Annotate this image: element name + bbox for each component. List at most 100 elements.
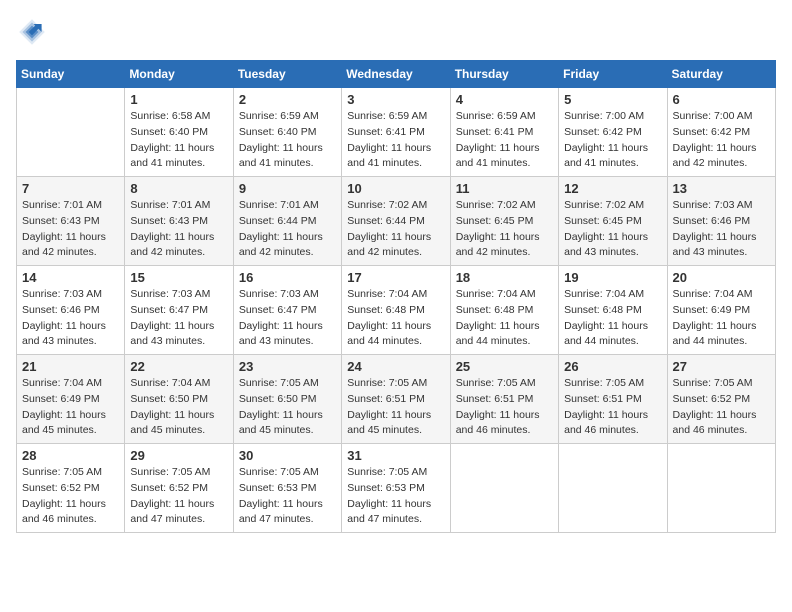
day-info: Sunrise: 7:05 AMSunset: 6:53 PMDaylight:… <box>239 465 336 528</box>
day-info: Sunrise: 7:05 AMSunset: 6:52 PMDaylight:… <box>22 465 119 528</box>
calendar-cell: 31Sunrise: 7:05 AMSunset: 6:53 PMDayligh… <box>342 444 450 533</box>
day-number: 25 <box>456 359 553 374</box>
day-number: 9 <box>239 181 336 196</box>
day-info: Sunrise: 7:02 AMSunset: 6:45 PMDaylight:… <box>456 198 553 261</box>
calendar-cell: 27 Sunrise: 7:05 AMSunset: 6:52 PMDayligh… <box>667 355 775 444</box>
day-number: 7 <box>22 181 119 196</box>
day-number: 20 <box>673 270 770 285</box>
day-number: 10 <box>347 181 444 196</box>
calendar-cell: 26 Sunrise: 7:05 AMSunset: 6:51 PMDayligh… <box>559 355 667 444</box>
day-info: Sunrise: 7:00 AMSunset: 6:42 PMDaylight:… <box>564 109 661 172</box>
day-number: 23 <box>239 359 336 374</box>
day-number: 16 <box>239 270 336 285</box>
day-info: Sunrise: 7:04 AMSunset: 6:48 PMDaylight:… <box>347 287 444 350</box>
day-info: Sunrise: 7:04 AMSunset: 6:48 PMDaylight:… <box>564 287 661 350</box>
calendar-week-row: 7 Sunrise: 7:01 AMSunset: 6:43 PMDaylight… <box>17 177 776 266</box>
day-number: 15 <box>130 270 227 285</box>
day-info: Sunrise: 7:01 AMSunset: 6:43 PMDaylight:… <box>22 198 119 261</box>
calendar-cell: 29 Sunrise: 7:05 AMSunset: 6:52 PMDayligh… <box>125 444 233 533</box>
day-number: 24 <box>347 359 444 374</box>
day-info: Sunrise: 6:59 AMSunset: 6:41 PMDaylight:… <box>456 109 553 172</box>
calendar-cell: 22Sunrise: 7:04 AMSunset: 6:50 PMDayligh… <box>125 355 233 444</box>
calendar-table: SundayMondayTuesdayWednesdayThursdayFrid… <box>16 60 776 533</box>
day-of-week-header: Monday <box>125 61 233 88</box>
day-number: 26 <box>564 359 661 374</box>
day-info: Sunrise: 7:02 AMSunset: 6:45 PMDaylight:… <box>564 198 661 261</box>
day-number: 11 <box>456 181 553 196</box>
day-number: 29 <box>130 448 227 463</box>
day-info: Sunrise: 7:03 AMSunset: 6:47 PMDaylight:… <box>239 287 336 350</box>
logo <box>16 16 52 48</box>
day-number: 18 <box>456 270 553 285</box>
day-info: Sunrise: 7:05 AMSunset: 6:52 PMDaylight:… <box>130 465 227 528</box>
day-number: 3 <box>347 92 444 107</box>
calendar-cell: 2 Sunrise: 6:59 AMSunset: 6:40 PMDaylight… <box>233 88 341 177</box>
day-number: 28 <box>22 448 119 463</box>
day-info: Sunrise: 7:02 AMSunset: 6:44 PMDaylight:… <box>347 198 444 261</box>
day-info: Sunrise: 7:01 AMSunset: 6:43 PMDaylight:… <box>130 198 227 261</box>
calendar-cell: 23 Sunrise: 7:05 AMSunset: 6:50 PMDayligh… <box>233 355 341 444</box>
day-of-week-header: Wednesday <box>342 61 450 88</box>
day-info: Sunrise: 7:05 AMSunset: 6:51 PMDaylight:… <box>456 376 553 439</box>
calendar-cell: 9 Sunrise: 7:01 AMSunset: 6:44 PMDaylight… <box>233 177 341 266</box>
calendar-cell: 5 Sunrise: 7:00 AMSunset: 6:42 PMDaylight… <box>559 88 667 177</box>
calendar-cell: 14Sunrise: 7:03 AMSunset: 6:46 PMDayligh… <box>17 266 125 355</box>
calendar-cell <box>450 444 558 533</box>
day-number: 4 <box>456 92 553 107</box>
day-number: 13 <box>673 181 770 196</box>
calendar-cell: 28 Sunrise: 7:05 AMSunset: 6:52 PMDayligh… <box>17 444 125 533</box>
calendar-cell: 10 Sunrise: 7:02 AMSunset: 6:44 PMDayligh… <box>342 177 450 266</box>
calendar-cell <box>17 88 125 177</box>
day-of-week-header: Thursday <box>450 61 558 88</box>
day-number: 1 <box>130 92 227 107</box>
calendar-cell: 12 Sunrise: 7:02 AMSunset: 6:45 PMDayligh… <box>559 177 667 266</box>
calendar-cell: 24 Sunrise: 7:05 AMSunset: 6:51 PMDayligh… <box>342 355 450 444</box>
day-info: Sunrise: 7:03 AMSunset: 6:46 PMDaylight:… <box>673 198 770 261</box>
day-info: Sunrise: 7:03 AMSunset: 6:47 PMDaylight:… <box>130 287 227 350</box>
day-of-week-header: Friday <box>559 61 667 88</box>
calendar-cell: 18Sunrise: 7:04 AMSunset: 6:48 PMDayligh… <box>450 266 558 355</box>
calendar-cell: 3Sunrise: 6:59 AMSunset: 6:41 PMDaylight… <box>342 88 450 177</box>
day-number: 14 <box>22 270 119 285</box>
calendar-cell: 7 Sunrise: 7:01 AMSunset: 6:43 PMDaylight… <box>17 177 125 266</box>
calendar-cell: 21 Sunrise: 7:04 AMSunset: 6:49 PMDayligh… <box>17 355 125 444</box>
day-of-week-header: Saturday <box>667 61 775 88</box>
calendar-cell: 15 Sunrise: 7:03 AMSunset: 6:47 PMDayligh… <box>125 266 233 355</box>
day-info: Sunrise: 7:04 AMSunset: 6:49 PMDaylight:… <box>22 376 119 439</box>
day-info: Sunrise: 7:01 AMSunset: 6:44 PMDaylight:… <box>239 198 336 261</box>
day-number: 27 <box>673 359 770 374</box>
calendar-cell: 19 Sunrise: 7:04 AMSunset: 6:48 PMDayligh… <box>559 266 667 355</box>
calendar-cell <box>667 444 775 533</box>
day-info: Sunrise: 7:05 AMSunset: 6:52 PMDaylight:… <box>673 376 770 439</box>
day-info: Sunrise: 7:04 AMSunset: 6:49 PMDaylight:… <box>673 287 770 350</box>
calendar-cell: 17Sunrise: 7:04 AMSunset: 6:48 PMDayligh… <box>342 266 450 355</box>
day-number: 21 <box>22 359 119 374</box>
calendar-week-row: 14Sunrise: 7:03 AMSunset: 6:46 PMDayligh… <box>17 266 776 355</box>
calendar-cell: 4 Sunrise: 6:59 AMSunset: 6:41 PMDaylight… <box>450 88 558 177</box>
calendar-header-row: SundayMondayTuesdayWednesdayThursdayFrid… <box>17 61 776 88</box>
calendar-week-row: 28 Sunrise: 7:05 AMSunset: 6:52 PMDayligh… <box>17 444 776 533</box>
day-number: 22 <box>130 359 227 374</box>
day-number: 5 <box>564 92 661 107</box>
day-info: Sunrise: 7:00 AMSunset: 6:42 PMDaylight:… <box>673 109 770 172</box>
day-number: 12 <box>564 181 661 196</box>
day-info: Sunrise: 6:58 AMSunset: 6:40 PMDaylight:… <box>130 109 227 172</box>
day-of-week-header: Tuesday <box>233 61 341 88</box>
calendar-cell: 11 Sunrise: 7:02 AMSunset: 6:45 PMDayligh… <box>450 177 558 266</box>
day-info: Sunrise: 7:05 AMSunset: 6:53 PMDaylight:… <box>347 465 444 528</box>
calendar-week-row: 21 Sunrise: 7:04 AMSunset: 6:49 PMDayligh… <box>17 355 776 444</box>
day-number: 8 <box>130 181 227 196</box>
day-number: 19 <box>564 270 661 285</box>
calendar-cell: 20 Sunrise: 7:04 AMSunset: 6:49 PMDayligh… <box>667 266 775 355</box>
calendar-cell: 25 Sunrise: 7:05 AMSunset: 6:51 PMDayligh… <box>450 355 558 444</box>
day-info: Sunrise: 6:59 AMSunset: 6:40 PMDaylight:… <box>239 109 336 172</box>
calendar-cell: 16 Sunrise: 7:03 AMSunset: 6:47 PMDayligh… <box>233 266 341 355</box>
calendar-cell: 1 Sunrise: 6:58 AMSunset: 6:40 PMDaylight… <box>125 88 233 177</box>
day-info: Sunrise: 7:05 AMSunset: 6:51 PMDaylight:… <box>564 376 661 439</box>
day-number: 2 <box>239 92 336 107</box>
day-info: Sunrise: 7:05 AMSunset: 6:50 PMDaylight:… <box>239 376 336 439</box>
day-number: 30 <box>239 448 336 463</box>
calendar-cell: 8 Sunrise: 7:01 AMSunset: 6:43 PMDaylight… <box>125 177 233 266</box>
calendar-cell: 30 Sunrise: 7:05 AMSunset: 6:53 PMDayligh… <box>233 444 341 533</box>
day-info: Sunrise: 7:05 AMSunset: 6:51 PMDaylight:… <box>347 376 444 439</box>
